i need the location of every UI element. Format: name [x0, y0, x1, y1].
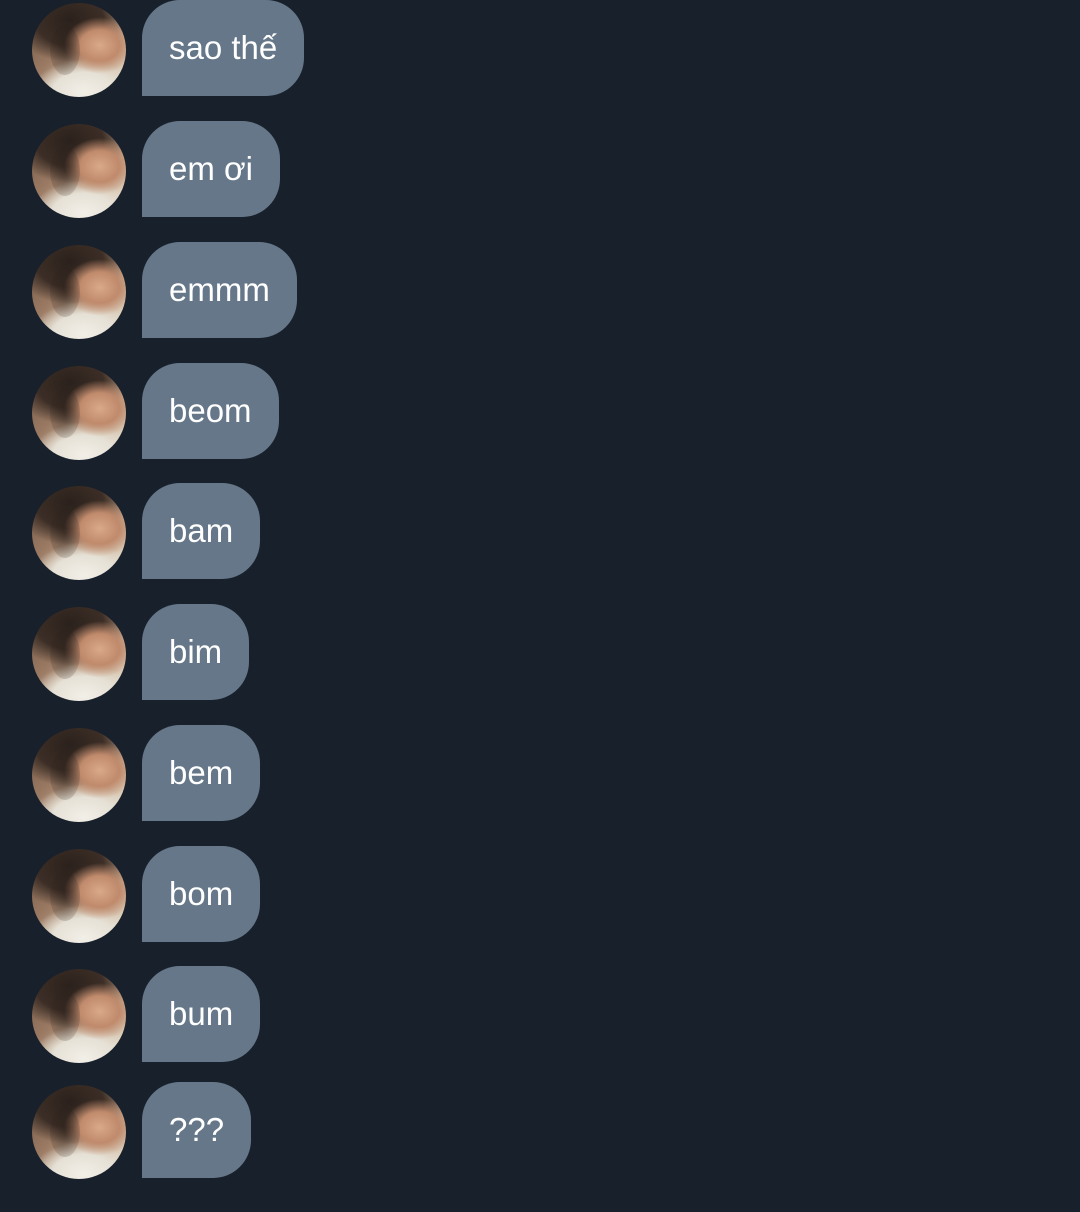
- message-row: beom: [0, 363, 1080, 463]
- message-bubble[interactable]: ???: [142, 1082, 252, 1178]
- message-row: sao thế: [0, 0, 1080, 100]
- message-bubble[interactable]: bam: [142, 483, 261, 579]
- avatar[interactable]: [32, 1085, 126, 1179]
- message-bubble[interactable]: emmm: [142, 242, 297, 338]
- message-text: bum: [169, 995, 234, 1032]
- avatar[interactable]: [32, 124, 126, 218]
- message-bubble[interactable]: beom: [142, 363, 279, 459]
- message-row: bum: [0, 966, 1080, 1066]
- message-bubble[interactable]: bom: [142, 846, 261, 942]
- avatar[interactable]: [32, 245, 126, 339]
- avatar[interactable]: [32, 969, 126, 1063]
- chat-thread: sao thế em ơi emmm beom bam bim bem bom …: [0, 0, 1080, 1212]
- message-row: em ơi: [0, 121, 1080, 221]
- message-row: bam: [0, 483, 1080, 583]
- message-text: beom: [169, 392, 252, 429]
- avatar[interactable]: [32, 3, 126, 97]
- message-row: bim: [0, 604, 1080, 704]
- message-row: ???: [0, 1082, 1080, 1182]
- message-bubble[interactable]: bim: [142, 604, 250, 700]
- avatar[interactable]: [32, 366, 126, 460]
- message-text: emmm: [169, 271, 270, 308]
- avatar[interactable]: [32, 728, 126, 822]
- message-bubble[interactable]: bum: [142, 966, 261, 1062]
- message-text: ???: [169, 1111, 225, 1148]
- message-row: bem: [0, 725, 1080, 825]
- message-bubble[interactable]: sao thế: [142, 0, 305, 96]
- message-bubble[interactable]: bem: [142, 725, 261, 821]
- message-row: bom: [0, 846, 1080, 946]
- avatar[interactable]: [32, 607, 126, 701]
- message-text: em ơi: [169, 150, 253, 187]
- message-text: bam: [169, 512, 234, 549]
- message-text: bem: [169, 754, 234, 791]
- message-bubble[interactable]: em ơi: [142, 121, 280, 217]
- avatar[interactable]: [32, 849, 126, 943]
- message-row: emmm: [0, 242, 1080, 342]
- message-text: bim: [169, 633, 223, 670]
- message-text: sao thế: [169, 29, 278, 66]
- message-text: bom: [169, 875, 234, 912]
- avatar[interactable]: [32, 486, 126, 580]
